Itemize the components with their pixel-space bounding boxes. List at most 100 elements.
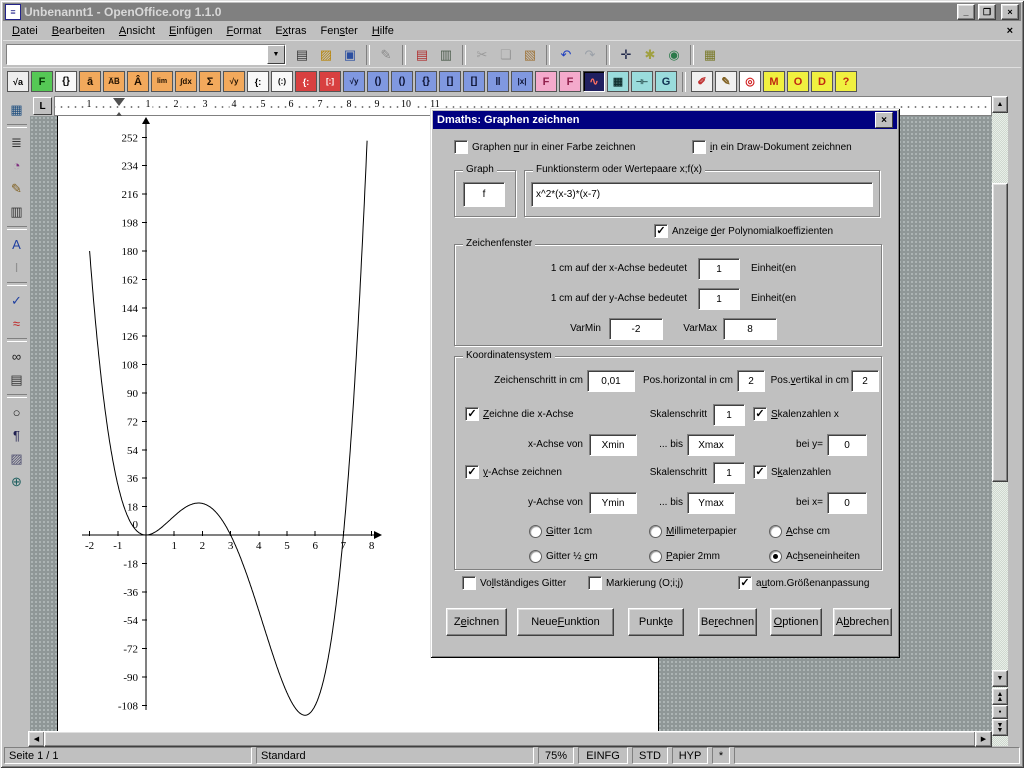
hyperlink-icon[interactable]: ◉ — [662, 44, 686, 66]
restore-button[interactable]: ❐ — [978, 4, 996, 20]
pos-vertikal-field[interactable]: 2 — [851, 370, 879, 392]
skalenschritt-y-field[interactable]: 1 — [713, 462, 745, 484]
x-scale-field[interactable]: 1 — [698, 258, 740, 280]
close-button[interactable]: × — [1001, 4, 1019, 20]
red-bracket-icon[interactable]: [:] — [319, 71, 341, 92]
stylist-icon[interactable]: ✱ — [638, 44, 662, 66]
titlebar[interactable]: ≡ Unbenannt1 - OpenOffice.org 1.1.0 _ ❐ … — [3, 3, 1021, 21]
draw-pencil-icon[interactable]: ✎ — [715, 71, 737, 92]
find-icon[interactable]: ∞ — [5, 345, 29, 368]
d-icon[interactable]: D — [811, 71, 833, 92]
undo-icon[interactable]: ↶ — [554, 44, 578, 66]
dialog-close-icon[interactable]: × — [875, 112, 893, 128]
bei-x-field[interactable]: 0 — [827, 492, 867, 514]
function-f-icon[interactable]: F — [31, 71, 53, 92]
x-von-field[interactable]: Xmin — [589, 434, 637, 456]
skalenzahlen-y-checkbox[interactable] — [753, 465, 767, 479]
url-input[interactable] — [7, 45, 267, 64]
menu-ansicht[interactable]: Ansicht — [112, 23, 162, 39]
horizontal-scroll-thumb[interactable] — [44, 731, 976, 747]
abs-icon[interactable]: |x| — [511, 71, 533, 92]
insert-table-icon[interactable]: ▦ — [5, 98, 29, 121]
zeichnen-button[interactable]: Zeichnen — [446, 608, 507, 636]
document-close-icon[interactable]: × — [999, 25, 1021, 37]
y-axis-checkbox[interactable] — [465, 465, 479, 479]
save-icon[interactable]: ▣ — [338, 44, 362, 66]
pink-f-select-icon[interactable]: F — [559, 71, 581, 92]
gallery-icon[interactable]: ▦ — [698, 44, 722, 66]
markierung-checkbox[interactable] — [588, 576, 602, 590]
data-sources-icon[interactable]: ▤ — [5, 368, 29, 391]
scroll-left-icon[interactable]: ◀ — [28, 731, 45, 747]
varmax-field[interactable]: 8 — [723, 318, 777, 340]
x-axis-checkbox[interactable] — [465, 407, 479, 421]
menu-extras[interactable]: Extras — [268, 23, 313, 39]
redo-icon[interactable]: ↷ — [578, 44, 602, 66]
minimize-button[interactable]: _ — [957, 4, 975, 20]
y-scale-field[interactable]: 1 — [698, 288, 740, 310]
zoom-icon[interactable]: ○ — [5, 401, 29, 424]
norm-icon[interactable]: ‖ — [487, 71, 509, 92]
autotext-icon[interactable]: A — [5, 233, 29, 256]
print-file-direct-icon[interactable]: ▤ — [410, 44, 434, 66]
form-icon[interactable]: ▥ — [5, 200, 29, 223]
varmin-field[interactable]: -2 — [609, 318, 663, 340]
gitter-half-cm-radio[interactable] — [529, 550, 542, 563]
abbrechen-button[interactable]: Abbrechen — [833, 608, 892, 636]
vollgitter-checkbox[interactable] — [462, 576, 476, 590]
braces-icon[interactable]: {} — [55, 71, 77, 92]
edit-file-icon[interactable]: ✎ — [374, 44, 398, 66]
status-zoom[interactable]: 75% — [538, 747, 574, 764]
segment-ab-icon[interactable]: A̅B̅ — [103, 71, 125, 92]
sum-icon[interactable]: Σ — [199, 71, 221, 92]
y-bis-field[interactable]: Ymax — [687, 492, 735, 514]
horizontal-scrollbar[interactable]: ◀ ▶ — [28, 731, 992, 746]
status-insert-mode[interactable]: EINFG — [578, 747, 628, 764]
insert-objects-icon[interactable]: ◔ — [5, 154, 29, 177]
o-icon[interactable]: O — [787, 71, 809, 92]
next-page-button[interactable]: ▼ ▼ — [992, 719, 1008, 736]
integral-icon[interactable]: ∫dx — [175, 71, 197, 92]
blue-paren2-icon[interactable]: () — [391, 71, 413, 92]
optionen-button[interactable]: Optionen — [770, 608, 822, 636]
geometry-compass-icon[interactable]: ✐ — [691, 71, 713, 92]
blue-braces-icon[interactable]: {} — [415, 71, 437, 92]
blue-brackets2-icon[interactable]: [] — [463, 71, 485, 92]
formatting-marks-icon[interactable]: ¶ — [5, 424, 29, 447]
menu-format[interactable]: Format — [219, 23, 268, 39]
papier-2mm-radio[interactable] — [649, 550, 662, 563]
menu-bearbeiten[interactable]: Bearbeiten — [45, 23, 112, 39]
vertical-scrollbar[interactable]: ▲ ▼ ▲ ▲ ● ▼ ▼ — [992, 96, 1008, 746]
menu-einfuegen[interactable]: Einfügen — [162, 23, 219, 39]
pos-horizontal-field[interactable]: 2 — [737, 370, 765, 392]
insert-fields-icon[interactable]: ≣ — [5, 131, 29, 154]
spellcheck-icon[interactable]: ✓ — [5, 289, 29, 312]
blue-root-icon[interactable]: √y — [343, 71, 365, 92]
blue-brackets-icon[interactable]: [] — [439, 71, 461, 92]
autospellcheck-icon[interactable]: ≈ — [5, 312, 29, 335]
menu-datei[interactable]: Datei — [5, 23, 45, 39]
online-layout-icon[interactable]: ⊕ — [5, 470, 29, 493]
scroll-up-icon[interactable]: ▲ — [992, 96, 1008, 113]
status-selection-mode[interactable]: STD — [632, 747, 668, 764]
paren-dots-icon[interactable]: (:) — [271, 71, 293, 92]
red-cases-icon[interactable]: {: — [295, 71, 317, 92]
status-hyperlink-mode[interactable]: HYP — [672, 747, 708, 764]
polynomial-coefficients-checkbox[interactable] — [654, 224, 668, 238]
open-folder-icon[interactable]: ▨ — [314, 44, 338, 66]
new-document-icon[interactable]: ▤ — [290, 44, 314, 66]
cases-icon[interactable]: {: — [247, 71, 269, 92]
tab-type-button[interactable]: L — [33, 97, 52, 115]
x-bis-field[interactable]: Xmax — [687, 434, 735, 456]
dialog-titlebar[interactable]: Dmaths: Graphen zeichnen × — [433, 111, 897, 129]
limit-icon[interactable]: lim — [151, 71, 173, 92]
copy-icon[interactable]: ❏ — [494, 44, 518, 66]
scroll-down-icon[interactable]: ▼ — [992, 670, 1008, 687]
combo-dropdown-icon[interactable]: ▼ — [267, 45, 285, 64]
achse-cm-radio[interactable] — [769, 525, 782, 538]
graphics-toggle-icon[interactable]: ▨ — [5, 447, 29, 470]
axes-icon[interactable]: ⊣⊢ — [631, 71, 653, 92]
y-von-field[interactable]: Ymin — [589, 492, 637, 514]
zeichenschritt-field[interactable]: 0,01 — [587, 370, 635, 392]
pink-f-icon[interactable]: F — [535, 71, 557, 92]
